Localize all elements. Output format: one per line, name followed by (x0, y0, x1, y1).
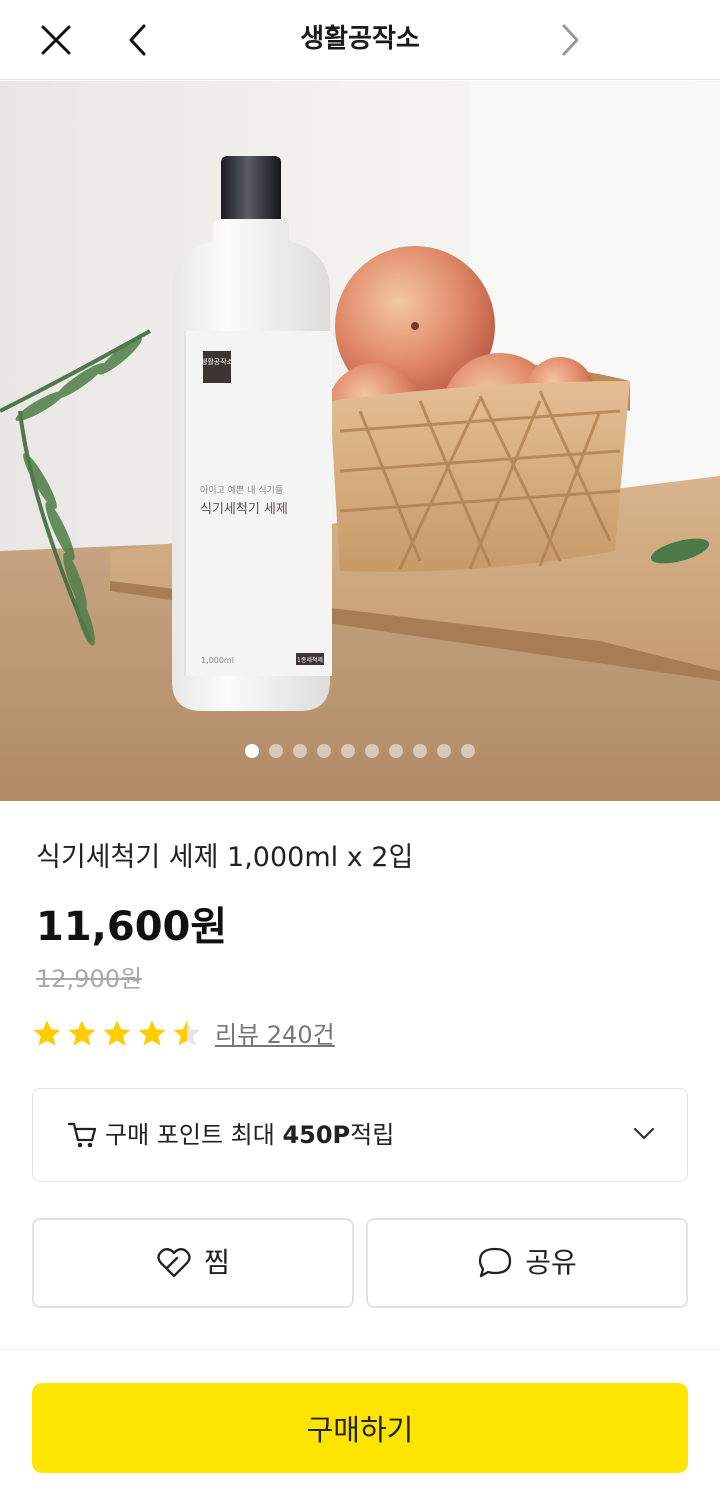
bottle-volume: 1,000ml (201, 656, 234, 665)
points-prefix: 구매 포인트 최대 (105, 1121, 283, 1149)
wish-label: 찜 (204, 1246, 230, 1279)
carousel-dot[interactable] (341, 744, 355, 758)
review-link[interactable]: 리뷰 240건 (215, 1018, 335, 1052)
star-icon (138, 1020, 166, 1046)
forward-button[interactable] (542, 12, 598, 68)
wish-button[interactable]: 찜 (32, 1218, 354, 1308)
page-title: 생활공작소 (300, 24, 420, 54)
heart-icon (157, 1248, 191, 1278)
star-icon (68, 1020, 96, 1046)
star-icon (173, 1020, 201, 1046)
product-price: 11,600원 (36, 904, 228, 950)
bottle-product-name: 식기세척기 세제 (200, 502, 288, 517)
close-icon (41, 25, 71, 55)
cart-icon (67, 1122, 97, 1148)
close-button[interactable] (28, 12, 84, 68)
share-label: 공유 (525, 1246, 577, 1279)
carousel-dot[interactable] (317, 744, 331, 758)
carousel-dot[interactable] (437, 744, 451, 758)
carousel-indicator (0, 744, 720, 760)
carousel-dot[interactable] (413, 744, 427, 758)
carousel-dot[interactable] (245, 744, 259, 758)
product-photo: 생활공작소 아이고 예쁜 내 식기들 식기세척기 세제 1,000ml 1종세척… (0, 81, 720, 801)
carousel-dot[interactable] (269, 744, 283, 758)
carousel-dot[interactable] (293, 744, 307, 758)
star-icon (103, 1020, 131, 1046)
back-button[interactable] (110, 12, 166, 68)
carousel-dot[interactable] (461, 744, 475, 758)
points-amount: 450P (282, 1121, 351, 1149)
product-name: 식기세척기 세제 1,000ml x 2입 (36, 842, 414, 873)
carousel-dot[interactable] (365, 744, 379, 758)
bottle-tagline: 아이고 예쁜 내 식기들 (200, 485, 283, 496)
chevron-down-icon (633, 1127, 655, 1140)
purchase-points-dropdown[interactable]: 구매 포인트 최대 450P적립 (32, 1088, 688, 1182)
share-button[interactable]: 공유 (366, 1218, 688, 1308)
chevron-right-icon (562, 24, 579, 56)
points-suffix: 적립 (350, 1121, 395, 1149)
chevron-left-icon (129, 24, 146, 56)
top-bar: 생활공작소 (0, 0, 720, 80)
divider (0, 1349, 720, 1350)
product-image-carousel[interactable]: 생활공작소 아이고 예쁜 내 식기들 식기세척기 세제 1,000ml 1종세척… (0, 81, 720, 801)
rating-stars (32, 1019, 202, 1047)
carousel-dot[interactable] (389, 744, 403, 758)
bottle-brand-badge: 생활공작소 (201, 357, 234, 366)
chat-bubble-icon (479, 1247, 512, 1278)
buy-button[interactable]: 구매하기 (32, 1383, 688, 1473)
points-text: 구매 포인트 최대 450P적립 (105, 1118, 394, 1152)
bottle-tag: 1종세척제 (297, 656, 323, 664)
star-icon (33, 1020, 61, 1046)
original-price: 12,900원 (36, 965, 143, 993)
